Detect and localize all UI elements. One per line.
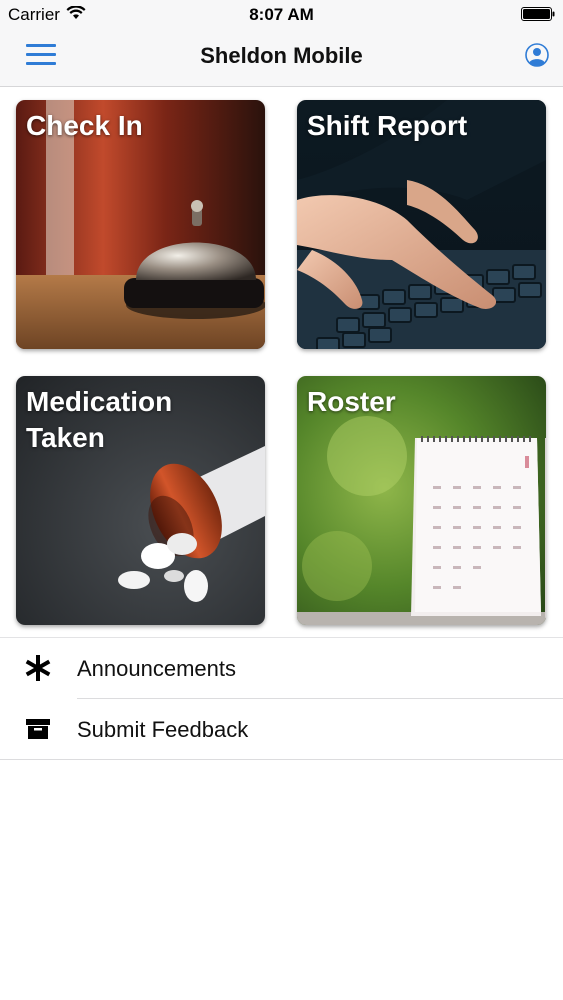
battery-icon xyxy=(521,7,555,21)
medication-taken-tile[interactable]: Medication Taken xyxy=(16,376,265,625)
archive-box-icon xyxy=(26,719,50,739)
list-item-label: Announcements xyxy=(77,656,236,681)
list-item-announcements[interactable]: Announcements xyxy=(0,638,563,699)
shift-report-tile[interactable]: Shift Report xyxy=(297,100,546,349)
list-item-submit-feedback[interactable]: Submit Feedback xyxy=(0,699,563,760)
list-item-label: Submit Feedback xyxy=(77,717,249,742)
navigation-bar: Sheldon Mobile xyxy=(0,28,563,87)
check-in-tile[interactable]: Check In xyxy=(16,100,265,349)
asterisk-icon xyxy=(25,655,51,681)
tile-title: Check In xyxy=(26,110,143,141)
menu-list: Announcements Submit Feedback xyxy=(0,637,563,760)
user-profile-icon[interactable] xyxy=(525,43,549,67)
divider xyxy=(0,759,563,760)
tile-title: Roster xyxy=(307,386,396,417)
app-title: Sheldon Mobile xyxy=(200,43,363,68)
roster-tile[interactable]: Roster xyxy=(297,376,546,625)
tile-title: Medication Taken xyxy=(26,386,173,453)
status-time: 8:07 AM xyxy=(249,5,314,24)
status-bar: Carrier 8:07 AM xyxy=(0,0,563,28)
tile-title: Shift Report xyxy=(307,110,468,141)
